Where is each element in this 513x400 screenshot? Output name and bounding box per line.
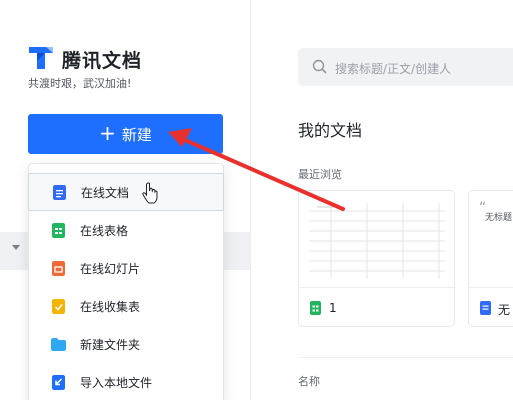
menu-item-new-folder[interactable]: 新建文件夹 bbox=[29, 325, 223, 363]
section-divider bbox=[298, 357, 513, 358]
sheet-thumbnail bbox=[309, 203, 445, 279]
menu-item-label: 在线表格 bbox=[80, 223, 129, 238]
tencent-docs-logo-icon bbox=[29, 47, 53, 69]
name-column-header: 名称 bbox=[298, 375, 320, 388]
brand-slogan: 共渡时艰，武汉加油! bbox=[28, 77, 132, 90]
card-preview-text: 无标题 bbox=[485, 213, 513, 223]
recent-label: 最近浏览 bbox=[298, 168, 342, 181]
import-icon bbox=[52, 374, 65, 390]
plus-icon: + bbox=[99, 121, 116, 145]
new-button-label: 新建 bbox=[121, 125, 152, 144]
menu-item-online-sheet[interactable]: 在线表格 bbox=[29, 211, 223, 249]
doc-icon bbox=[480, 301, 491, 315]
menu-item-label: 新建文件夹 bbox=[80, 337, 141, 352]
sidebar-divider bbox=[250, 0, 251, 400]
sidebar-selected-row-edge bbox=[222, 232, 250, 270]
menu-item-online-slides[interactable]: 在线幻灯片 bbox=[29, 249, 223, 287]
card-title: 无 bbox=[498, 303, 511, 317]
folder-icon bbox=[51, 337, 66, 351]
search-icon bbox=[312, 59, 327, 74]
recent-doc-card[interactable]: 1 bbox=[298, 190, 455, 327]
sheet-icon bbox=[52, 222, 65, 238]
slides-icon bbox=[52, 260, 65, 276]
menu-item-label: 导入本地文件 bbox=[80, 375, 153, 390]
search-placeholder: 搜索标题/正文/创建人 bbox=[335, 62, 452, 76]
hand-cursor-icon bbox=[142, 182, 158, 204]
form-icon bbox=[52, 298, 65, 314]
menu-item-import-local-file[interactable]: 导入本地文件 bbox=[29, 363, 223, 400]
menu-item-label: 在线幻灯片 bbox=[80, 261, 141, 276]
section-title: 我的文档 bbox=[298, 121, 363, 140]
card-divider bbox=[469, 287, 513, 288]
card-title: 1 bbox=[329, 301, 337, 315]
new-button[interactable]: + 新建 bbox=[28, 114, 223, 154]
brand-name: 腾讯文档 bbox=[62, 50, 143, 72]
card-divider bbox=[299, 287, 454, 288]
doc-icon bbox=[53, 184, 66, 200]
tencent-docs-page: 腾讯文档 共渡时艰，武汉加油! + 新建 在线文档 在线表格 在线幻灯片 在线收… bbox=[0, 0, 513, 400]
menu-item-online-form[interactable]: 在线收集表 bbox=[29, 287, 223, 325]
collapse-triangle-icon[interactable] bbox=[12, 245, 20, 250]
sheet-icon bbox=[310, 301, 321, 315]
menu-item-label: 在线收集表 bbox=[80, 299, 141, 314]
sidebar-selected-row[interactable] bbox=[0, 232, 28, 270]
menu-item-label: 在线文档 bbox=[81, 185, 130, 200]
new-dropdown-menu: 在线文档 在线表格 在线幻灯片 在线收集表 新建文件夹 导入本地文件 bbox=[28, 163, 224, 400]
menu-item-online-doc[interactable]: 在线文档 bbox=[28, 173, 224, 211]
